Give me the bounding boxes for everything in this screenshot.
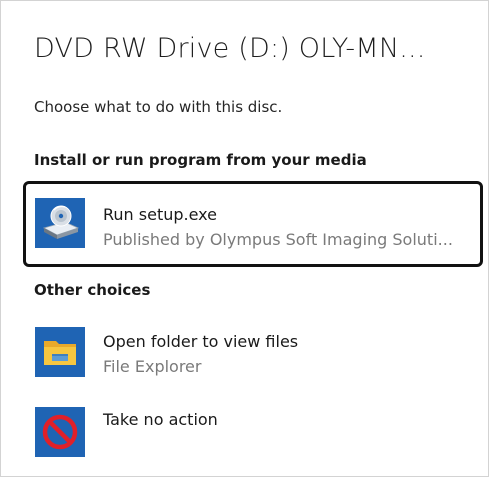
open-folder-app: File Explorer bbox=[103, 357, 202, 376]
open-folder-title: Open folder to view files bbox=[103, 332, 299, 351]
dialog-title: DVD RW Drive (D:) OLY-MN... bbox=[34, 33, 426, 64]
run-setup-publisher: Published by Olympus Soft Imaging Soluti… bbox=[103, 230, 453, 249]
section-heading-install: Install or run program from your media bbox=[34, 151, 367, 169]
run-setup-text: Run setup.exe Published by Olympus Soft … bbox=[103, 204, 453, 251]
folder-icon bbox=[35, 327, 85, 377]
run-setup-title: Run setup.exe bbox=[103, 205, 217, 224]
section-heading-other: Other choices bbox=[34, 281, 151, 299]
take-no-action-text: Take no action bbox=[103, 409, 218, 431]
prohibited-icon bbox=[35, 407, 85, 457]
take-no-action-option[interactable]: Take no action bbox=[23, 399, 483, 463]
take-no-action-title: Take no action bbox=[103, 410, 218, 429]
open-folder-text: Open folder to view files File Explorer bbox=[103, 331, 298, 378]
open-folder-option[interactable]: Open folder to view files File Explorer bbox=[23, 317, 483, 389]
disc-drive-icon bbox=[35, 198, 85, 248]
autoplay-dialog: DVD RW Drive (D:) OLY-MN... Choose what … bbox=[0, 0, 489, 477]
dialog-prompt: Choose what to do with this disc. bbox=[34, 98, 283, 116]
run-setup-option[interactable]: Run setup.exe Published by Olympus Soft … bbox=[23, 181, 483, 267]
